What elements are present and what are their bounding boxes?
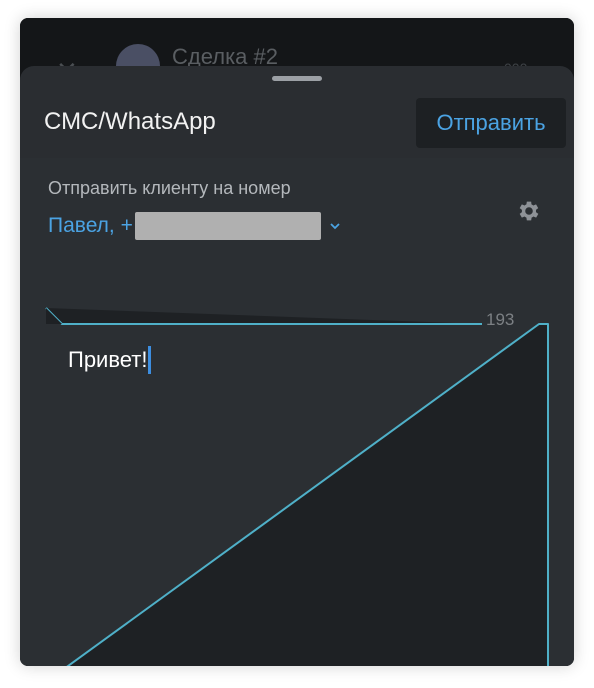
chevron-down-icon bbox=[330, 223, 340, 230]
message-text-field[interactable]: Привет! bbox=[68, 346, 152, 374]
text-cursor bbox=[148, 346, 152, 374]
send-button[interactable]: Отправить bbox=[416, 98, 566, 148]
recipient-selector[interactable]: Павел, + bbox=[48, 212, 341, 240]
message-text: Привет! bbox=[68, 347, 148, 372]
recipient-number-masked bbox=[134, 212, 321, 240]
sheet-title: СМС/WhatsApp bbox=[44, 108, 216, 135]
app-frame: ✕ Сделка #2 000 СМС/WhatsApp Отправить О… bbox=[20, 18, 574, 666]
sheet-drag-handle[interactable] bbox=[272, 76, 322, 81]
bottom-sheet: СМС/WhatsApp Отправить Отправить клиенту… bbox=[20, 66, 574, 666]
recipient-label: Отправить клиенту на номер bbox=[48, 178, 291, 198]
gear-icon[interactable] bbox=[516, 198, 542, 224]
char-counter: 193 bbox=[486, 310, 515, 329]
recipient-name: Павел, + bbox=[48, 214, 133, 237]
